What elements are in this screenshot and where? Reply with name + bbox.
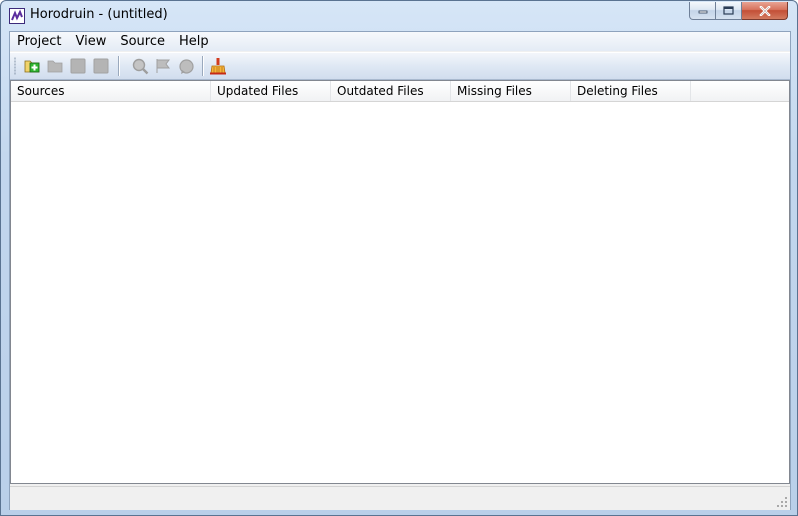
- open-folder-button[interactable]: [45, 56, 65, 76]
- toolbar-separator: [202, 56, 204, 76]
- minimize-button[interactable]: [689, 2, 716, 20]
- scan-button[interactable]: [130, 56, 150, 76]
- close-button[interactable]: [742, 2, 788, 20]
- menu-help[interactable]: Help: [172, 32, 216, 51]
- list-header: Sources Updated Files Outdated Files Mis…: [11, 81, 789, 102]
- menu-bar: Project View Source Help: [10, 32, 790, 51]
- mark-button[interactable]: [153, 56, 173, 76]
- minimize-icon: [698, 10, 707, 13]
- add-folder-icon: [24, 60, 40, 73]
- maximize-icon: [723, 6, 734, 15]
- search-icon: [132, 58, 148, 74]
- toolbar-separator: [118, 56, 120, 76]
- add-source-button[interactable]: [23, 56, 43, 76]
- sources-list[interactable]: Sources Updated Files Outdated Files Mis…: [10, 80, 790, 484]
- close-icon: [758, 5, 771, 16]
- menu-project[interactable]: Project: [10, 32, 68, 51]
- column-header-deleting-files[interactable]: Deleting Files: [571, 81, 691, 101]
- client-area: Project View Source Help Sources Updated…: [9, 31, 791, 510]
- maximize-button[interactable]: [716, 2, 742, 20]
- column-header-missing-files[interactable]: Missing Files: [451, 81, 571, 101]
- status-bar: [10, 486, 790, 510]
- list-body[interactable]: [11, 102, 789, 483]
- refresh-icon: [178, 58, 194, 74]
- remove-source-button[interactable]: [91, 56, 111, 76]
- app-logo-icon[interactable]: [9, 8, 25, 24]
- sync-button[interactable]: [176, 56, 196, 76]
- toolbar-grip[interactable]: [14, 57, 16, 75]
- main-window: Horodruin - (untitled) Project View Sour…: [0, 0, 798, 516]
- flag-icon: [156, 59, 170, 73]
- resize-grip-icon[interactable]: [776, 496, 788, 508]
- clean-button[interactable]: [208, 56, 228, 76]
- menu-view[interactable]: View: [68, 32, 113, 51]
- column-header-updated-files[interactable]: Updated Files: [211, 81, 331, 101]
- caption-buttons: [689, 2, 788, 22]
- column-header-outdated-files[interactable]: Outdated Files: [331, 81, 451, 101]
- toolbar: [10, 52, 790, 80]
- title-bar[interactable]: Horodruin - (untitled): [1, 1, 797, 31]
- menu-source[interactable]: Source: [113, 32, 172, 51]
- open-folder-icon: [47, 60, 63, 73]
- window-title: Horodruin - (untitled): [30, 7, 168, 22]
- clean-broom-icon: [210, 58, 226, 75]
- remove-icon: [93, 58, 109, 74]
- edit-source-button[interactable]: [68, 56, 88, 76]
- column-header-sources[interactable]: Sources: [11, 81, 211, 101]
- edit-icon: [70, 58, 86, 74]
